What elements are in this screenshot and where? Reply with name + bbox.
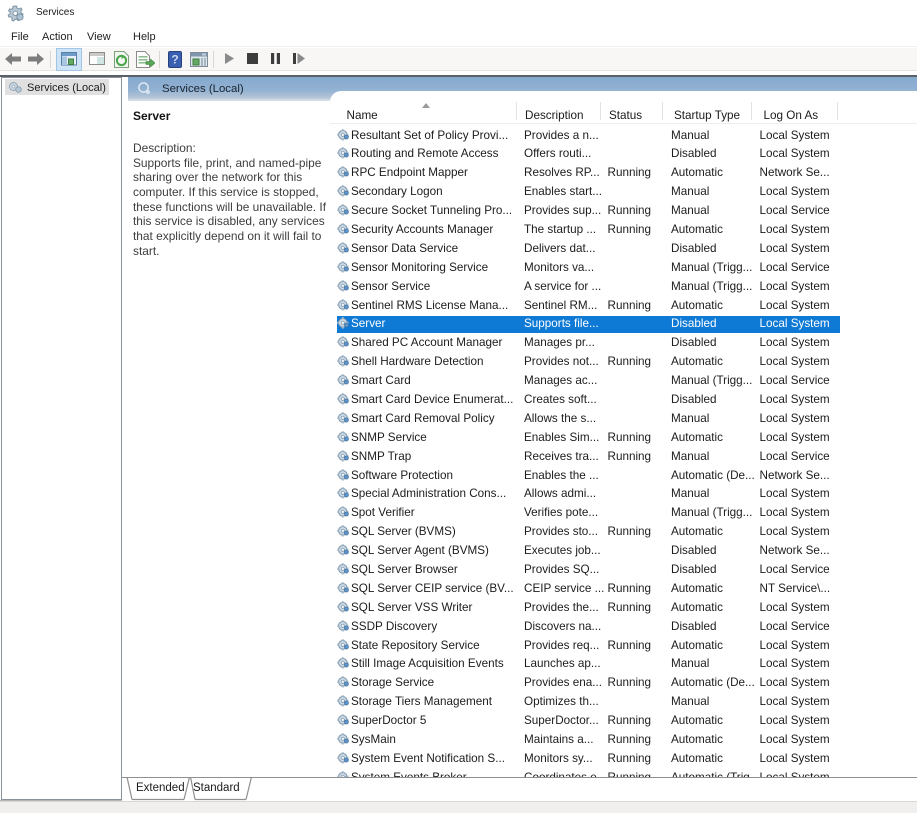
svg-text:?: ? xyxy=(171,53,178,67)
